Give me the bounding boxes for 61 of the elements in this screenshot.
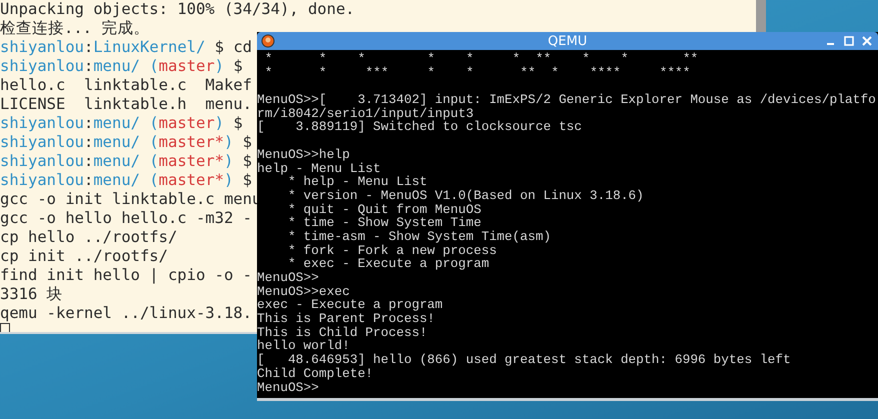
terminal-line: cp init ../rootfs/ [0,247,168,265]
terminal-line: 3316 块 [0,285,63,303]
scrollbar[interactable] [756,0,766,32]
ascii-art: * [427,51,436,66]
terminal-line: qemu -kernel ../linux-3.18. [0,304,252,322]
ascii-art: * [551,64,559,80]
ascii-art: * [427,64,436,80]
terminal-line: gcc -o hello hello.c -m32 - [0,209,252,227]
console-line: [ 48.646953] hello (866) used greatest stack depth: 6996 bytes left [257,352,791,368]
terminal-line: find init hello | cpio -o - [0,266,252,284]
close-icon[interactable] [862,36,872,46]
terminal-line: cp hello ../rootfs/ [0,228,178,246]
ascii-art: ** [520,64,536,80]
terminal-line: LICENSE linktable.h menu. [0,95,252,113]
maximize-icon[interactable] [844,36,854,46]
console-line: * quit - Quit from MenuOS [286,202,482,217]
console-line: MenuOS>>[ 3.713402] input: ImExPS/2 Generic Explorer Mouse as /devices/platfo [257,92,876,108]
ascii-art: * [264,64,272,80]
ascii-art: * [264,51,272,66]
terminal-prompt: shiyanlou:LinuxKernel/ $ cd [0,38,252,56]
window-title: QEMU [548,34,588,48]
console-line: exec - Execute a program [257,297,443,312]
ascii-art: ** [536,51,552,66]
ascii-art: * [620,51,629,66]
console-line: MenuOS>>help [257,146,350,162]
console-line: * exec - Execute a program [286,256,490,272]
terminal-line: 检查连接... 完成。 [0,19,150,37]
console-line: * time-asm - Show System Time(asm) [286,228,551,244]
console-line: [ 3.889119] Switched to clocksource tsc [257,119,582,134]
ascii-art: **** [590,64,621,80]
terminal-prompt: shiyanlou:menu/ (master) $ [0,114,243,132]
app-icon [261,34,275,48]
console-line: MenuOS>> [257,380,319,394]
console-line: MenuOS>>exec [257,284,350,299]
ascii-art: *** [365,64,389,80]
console-line: This is Parent Process! [257,311,435,326]
ascii-art: **** [659,64,690,80]
terminal-prompt: shiyanlou:menu/ (master*) $ [0,133,252,151]
terminal-line: Unpacking objects: 100% (34/34), done. [0,0,355,18]
terminal-prompt: shiyanlou:menu/ (master*) $ [0,152,252,170]
ascii-art: * [318,64,327,80]
console-line: MenuOS>> [257,270,319,285]
console-line: Child Complete! [257,366,374,381]
console-line: * fork - Fork a new process [286,242,497,258]
ascii-art: * [582,51,590,66]
ascii-art: * [466,64,474,80]
console-line: help - Menu List [257,160,381,176]
ascii-art: * [466,51,474,66]
ascii-art: * [318,51,327,66]
console-line: hello world! [257,338,350,354]
console-line: * version - MenuOS V1.0(Based on Linux 3.18.6) [286,188,644,203]
console-line: This is Child Process! [257,324,428,340]
ascii-art: * [512,51,520,66]
terminal-prompt: shiyanlou:menu/ (master) $ [0,57,243,75]
terminal-prompt: shiyanlou:menu/ (master*) $ [0,171,252,189]
terminal-line: hello.c linktable.c Makef [0,76,252,94]
ascii-art: ** [682,51,698,66]
console-line: rm/i8042/serio1/input/input3 [257,106,474,121]
console-line: * time - Show System Time [286,215,482,230]
ascii-art: * [358,51,366,66]
console-line: * help - Menu List [288,174,428,190]
